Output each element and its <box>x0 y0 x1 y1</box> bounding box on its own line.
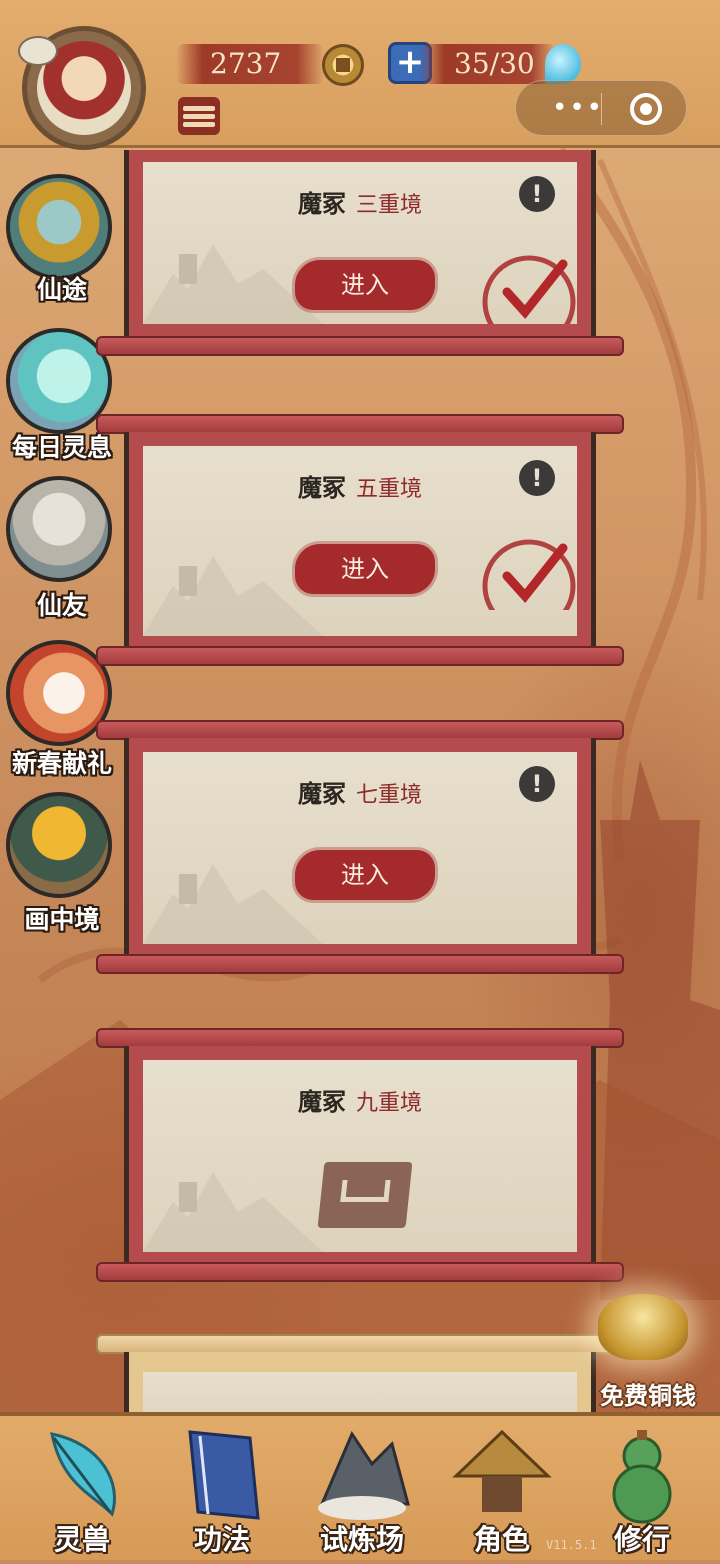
nav-item-spirit-beast[interactable]: 灵兽 <box>12 1416 152 1564</box>
nav-item-skills[interactable]: 功法 <box>152 1416 292 1564</box>
book-icon <box>188 1430 260 1520</box>
scroll-paper: 魔冢 七重境 ! 进入 <box>143 752 577 944</box>
scroll-frame: 魔冢 三重境 ! 进入 <box>124 150 596 340</box>
treasure-pot-icon <box>598 1294 688 1360</box>
scroll-top-rod <box>96 1334 624 1354</box>
copper-amount: 2737 <box>210 47 282 80</box>
stage-name: 魔冢 <box>297 189 346 218</box>
scroll-bottom-rod <box>96 646 624 666</box>
scroll-paper: 魔冢 三重境 ! 进入 <box>143 162 577 324</box>
scroll-paper: 魔冢 九重境 <box>143 1060 577 1252</box>
scroll-frame: 魔冢 九重境 <box>124 1046 596 1266</box>
nav-label: 功法 <box>193 1523 250 1556</box>
more-options-icon[interactable]: ••• <box>552 95 604 121</box>
stage-card <box>96 1334 624 1412</box>
enter-button[interactable]: 进入 <box>295 544 435 594</box>
scroll-frame <box>124 1352 596 1412</box>
stage-card: 魔冢 三重境 ! 进入 <box>96 150 624 360</box>
info-icon[interactable]: ! <box>519 176 555 212</box>
scroll-frame: 魔冢 五重境 ! 进入 <box>124 432 596 650</box>
cloud-badge-icon <box>18 36 58 66</box>
stage-title: 魔冢 五重境 <box>143 468 577 503</box>
lock-icon <box>317 1162 413 1228</box>
enter-button[interactable]: 进入 <box>295 850 435 900</box>
version-label: V11.5.1 <box>546 1538 597 1552</box>
stage-card: 魔冢 七重境 ! 进入 <box>96 720 624 976</box>
nav-label: 灵兽 <box>53 1523 110 1556</box>
enter-button[interactable]: 进入 <box>295 260 435 310</box>
scroll-bottom-rod <box>96 954 624 974</box>
scroll-top-rod <box>96 1028 624 1048</box>
stamina-counter: 35/30 <box>420 44 556 84</box>
straw-hat-icon <box>452 1429 552 1512</box>
scroll-top-rod <box>96 720 624 740</box>
copper-coin-icon <box>322 44 364 86</box>
gourd-icon <box>612 1430 672 1524</box>
free-coins-label: 免费铜钱 <box>600 1381 696 1410</box>
nav-item-trial-ground[interactable]: 试炼场 <box>292 1416 432 1564</box>
spirit-wisp-icon <box>545 44 581 84</box>
stage-level: 五重境 <box>355 477 422 502</box>
stage-title: 魔冢 九重境 <box>143 1082 577 1117</box>
scroll-bottom-rod <box>96 1262 624 1282</box>
info-icon[interactable]: ! <box>519 460 555 496</box>
capsule-divider <box>601 93 602 125</box>
scroll-paper: 魔冢 五重境 ! 进入 <box>143 446 577 636</box>
scroll-bottom-rod <box>96 336 624 356</box>
mini-program-capsule: ••• <box>515 80 687 136</box>
scroll-top-rod <box>96 414 624 434</box>
stage-card: 魔冢 九重境 <box>96 1028 624 1284</box>
stamina-amount: 35/30 <box>454 47 535 80</box>
cleared-checkmark-icon <box>482 539 576 610</box>
stage-name: 魔冢 <box>297 779 346 808</box>
info-icon[interactable]: ! <box>519 766 555 802</box>
list-menu-button[interactable] <box>178 97 220 135</box>
mountain-icon <box>318 1430 410 1520</box>
scroll-paper <box>143 1372 577 1412</box>
nav-label: 试炼场 <box>319 1523 404 1556</box>
feather-icon <box>50 1432 116 1517</box>
free-coins-button[interactable]: 免费铜钱 <box>586 1290 716 1410</box>
scroll-frame: 魔冢 七重境 ! 进入 <box>124 738 596 958</box>
stage-name: 魔冢 <box>297 1087 346 1116</box>
stage-level: 七重境 <box>355 783 422 808</box>
close-target-icon[interactable] <box>630 93 662 125</box>
stage-level: 九重境 <box>355 1091 422 1116</box>
stage-level: 三重境 <box>355 193 422 218</box>
cleared-checkmark-icon <box>482 255 576 324</box>
copper-counter: 2737 <box>176 44 324 84</box>
stage-card: 魔冢 五重境 ! 进入 <box>96 414 624 668</box>
stage-title: 魔冢 三重境 <box>143 184 577 219</box>
stage-name: 魔冢 <box>297 473 346 502</box>
bottom-nav: 灵兽 功法 试炼场 角色 修行 <box>0 1412 720 1560</box>
stage-title: 魔冢 七重境 <box>143 774 577 809</box>
